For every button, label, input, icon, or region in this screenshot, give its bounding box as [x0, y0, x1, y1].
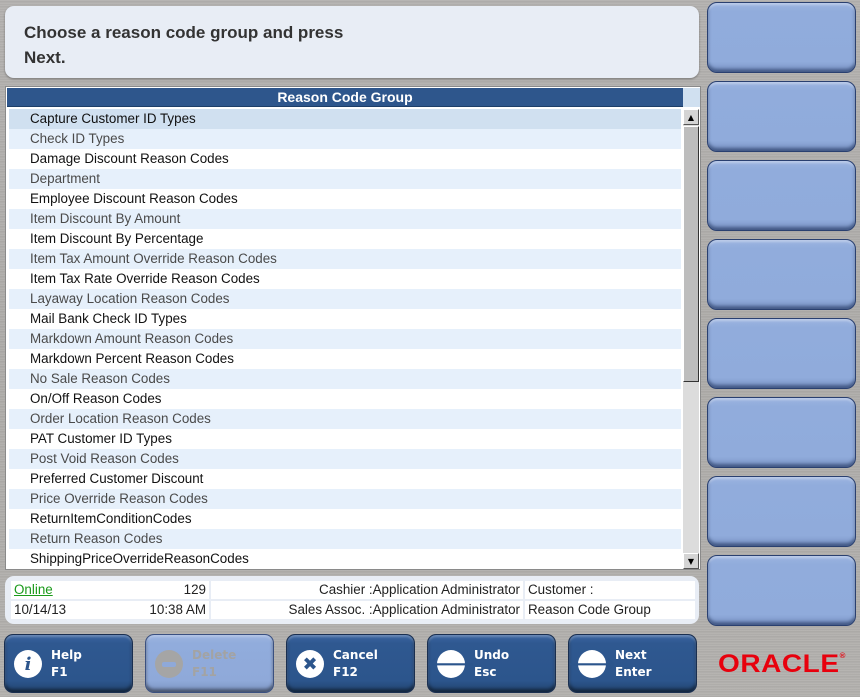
list-item[interactable]: Item Tax Rate Override Reason Codes: [9, 269, 681, 289]
x-circle-icon: ✖: [296, 650, 324, 678]
triangle-down-icon: ▼: [687, 556, 695, 566]
customer-label: Customer :: [525, 581, 695, 599]
undo-button[interactable]: 🡐 Undo Esc: [427, 634, 556, 693]
minus-circle-icon: [155, 650, 183, 678]
help-key: F1: [51, 665, 68, 679]
triangle-up-icon: ▲: [687, 112, 695, 122]
current-screen-name: Reason Code Group: [525, 601, 695, 619]
status-date: 10/14/13: [14, 602, 67, 617]
side-button-2[interactable]: [707, 81, 856, 152]
list-column-header[interactable]: Reason Code Group: [7, 88, 683, 107]
prompt-text-line1: Choose a reason code group and press: [24, 23, 344, 42]
next-label: Next: [615, 648, 647, 662]
arrow-left-icon: 🡐: [427, 650, 475, 678]
side-button-3[interactable]: [707, 160, 856, 231]
list-item[interactable]: Check ID Types: [9, 129, 681, 149]
sales-associate-name: Sales Assoc. :Application Administrator: [211, 601, 523, 619]
status-time: 10:38 AM: [149, 602, 206, 617]
help-label: Help: [51, 648, 82, 662]
list-item[interactable]: ReturnItemConditionCodes: [9, 509, 681, 529]
list-item[interactable]: Markdown Percent Reason Codes: [9, 349, 681, 369]
oracle-logo: ORACLE®: [718, 650, 846, 679]
oracle-logo-text: ORACLE: [718, 650, 840, 678]
list-item[interactable]: Return Reason Codes: [9, 529, 681, 549]
next-button[interactable]: 🡒 Next Enter: [568, 634, 697, 693]
online-status-link[interactable]: Online: [14, 581, 53, 599]
list-item[interactable]: Item Tax Amount Override Reason Codes: [9, 249, 681, 269]
status-cell-connection: Online 129: [11, 581, 209, 599]
side-button-1[interactable]: [707, 2, 856, 73]
side-button-6[interactable]: [707, 397, 856, 468]
list-item[interactable]: Order Location Reason Codes: [9, 409, 681, 429]
registered-mark: ®: [839, 653, 846, 660]
reason-code-group-list: Reason Code Group Capture Customer ID Ty…: [5, 86, 701, 570]
delete-key: F11: [192, 665, 217, 679]
undo-label: Undo: [474, 648, 510, 662]
list-header-corner: [683, 88, 700, 107]
register-number: 129: [183, 582, 206, 597]
list-item[interactable]: On/Off Reason Codes: [9, 389, 681, 409]
list-rows: Capture Customer ID Types Check ID Types D…: [9, 109, 681, 569]
list-item[interactable]: Department: [9, 169, 681, 189]
side-button-5[interactable]: [707, 318, 856, 389]
scroll-down-button[interactable]: ▼: [683, 553, 699, 569]
next-key: Enter: [615, 665, 652, 679]
list-item[interactable]: PAT Customer ID Types: [9, 429, 681, 449]
list-item[interactable]: Mail Bank Check ID Types: [9, 309, 681, 329]
delete-label: Delete: [192, 648, 237, 662]
cashier-name: Cashier :Application Administrator: [211, 581, 523, 599]
list-item[interactable]: Damage Discount Reason Codes: [9, 149, 681, 169]
status-cell-datetime: 10/14/13 10:38 AM: [11, 601, 209, 619]
delete-button[interactable]: Delete F11: [145, 634, 274, 693]
list-item[interactable]: No Sale Reason Codes: [9, 369, 681, 389]
list-item[interactable]: Employee Discount Reason Codes: [9, 189, 681, 209]
scroll-up-button[interactable]: ▲: [683, 109, 699, 125]
status-bar: Online 129 Cashier :Application Administ…: [5, 576, 699, 624]
help-button[interactable]: i Help F1: [4, 634, 133, 693]
list-item[interactable]: Markdown Amount Reason Codes: [9, 329, 681, 349]
list-item[interactable]: Item Discount By Amount: [9, 209, 681, 229]
list-item[interactable]: ShippingPriceOverrideReasonCodes: [9, 549, 681, 569]
list-item[interactable]: Post Void Reason Codes: [9, 449, 681, 469]
undo-key: Esc: [474, 665, 497, 679]
list-scrollbar[interactable]: ▲ ▼: [683, 109, 699, 569]
list-item[interactable]: Item Discount By Percentage: [9, 229, 681, 249]
list-item[interactable]: Preferred Customer Discount: [9, 469, 681, 489]
prompt-text-line2: Next.: [24, 48, 66, 67]
side-button-8[interactable]: [707, 555, 856, 626]
scrollbar-thumb[interactable]: [683, 126, 699, 382]
list-item[interactable]: Capture Customer ID Types: [9, 109, 681, 129]
cancel-key: F12: [333, 665, 358, 679]
cancel-label: Cancel: [333, 648, 378, 662]
list-item[interactable]: Layaway Location Reason Codes: [9, 289, 681, 309]
side-button-4[interactable]: [707, 239, 856, 310]
arrow-right-icon: 🡒: [568, 650, 616, 678]
side-button-7[interactable]: [707, 476, 856, 547]
list-item[interactable]: Price Override Reason Codes: [9, 489, 681, 509]
prompt-area: Choose a reason code group and press Nex…: [5, 6, 699, 78]
info-icon: i: [14, 650, 42, 678]
cancel-button[interactable]: ✖ Cancel F12: [286, 634, 415, 693]
